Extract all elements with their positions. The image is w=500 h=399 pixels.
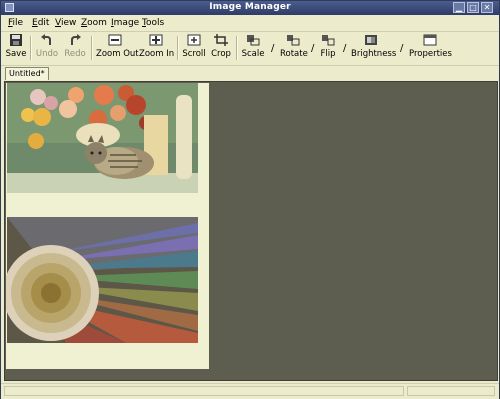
close-icon[interactable]: ✕	[481, 2, 493, 13]
status-bar	[1, 383, 499, 399]
scale-label: Scale	[241, 49, 265, 59]
toolbar-slash: /	[343, 43, 347, 54]
toolbar-separator	[236, 36, 238, 60]
flowers-cat-photo	[7, 83, 198, 193]
status-cell-secondary	[407, 386, 495, 396]
undo-button[interactable]: Undo	[35, 34, 59, 62]
image-manager-window: Image Manager ▁ □ ✕ File Edit View Zoom …	[0, 0, 500, 399]
window-title: Image Manager	[209, 2, 291, 12]
menu-tools[interactable]: Tools	[142, 18, 164, 28]
flip-label: Flip	[320, 49, 336, 59]
menu-file[interactable]: File	[8, 18, 23, 28]
crop-icon	[214, 34, 228, 46]
menu-image[interactable]: Image	[111, 18, 139, 28]
scale-icon	[247, 35, 260, 46]
menu-zoom[interactable]: Zoom	[81, 18, 107, 28]
image-canvas[interactable]	[3, 81, 498, 381]
scroll-button[interactable]: Scroll	[181, 34, 207, 62]
menu-edit-label: dit	[37, 18, 50, 28]
zoom-out-label: Zoom Out	[96, 49, 139, 59]
toolbar-separator	[30, 36, 32, 60]
tab-untitled[interactable]: Untitled*	[5, 67, 49, 80]
undo-label: Undo	[35, 49, 59, 59]
minimize-icon[interactable]: ▁	[453, 2, 465, 13]
maximize-icon[interactable]: □	[467, 2, 479, 13]
scale-button[interactable]: Scale	[240, 34, 266, 62]
menu-view[interactable]: View	[55, 18, 76, 28]
save-icon	[10, 34, 22, 46]
menu-image-label: mage	[113, 18, 140, 28]
redo-button[interactable]: Redo	[63, 34, 87, 62]
toolbar-slash: /	[271, 43, 275, 54]
scroll-label: Scroll	[182, 49, 206, 59]
brightness-label: Brightness	[351, 49, 397, 59]
redo-icon	[71, 34, 81, 45]
flip-button[interactable]: Flip	[318, 34, 338, 62]
rotate-icon	[287, 35, 300, 46]
menu-tools-label: ools	[145, 18, 165, 28]
brightness-icon	[365, 35, 377, 45]
toolbar: Save Undo Redo Zoom Out Zoom In Scroll C…	[1, 32, 499, 66]
status-cell-main	[4, 386, 404, 396]
zoom-in-icon	[149, 34, 163, 46]
document-tabs: Untitled*	[1, 66, 499, 80]
image-document	[3, 83, 209, 369]
menu-view-label: iew	[60, 18, 77, 28]
crop-button[interactable]: Crop	[209, 34, 233, 62]
save-button[interactable]: Save	[5, 34, 27, 62]
zoom-out-button[interactable]: Zoom Out	[96, 34, 139, 62]
toolbar-separator	[91, 36, 93, 60]
image-gap	[7, 193, 198, 217]
redo-label: Redo	[64, 49, 86, 59]
toolbar-separator	[177, 36, 179, 60]
menu-bar: File Edit View Zoom Image Tools	[1, 16, 499, 32]
undo-icon	[41, 34, 51, 45]
properties-button[interactable]: Properties	[409, 34, 452, 62]
scroll-icon	[187, 34, 201, 46]
flip-icon	[322, 35, 335, 46]
zoom-in-label: Zoom In	[139, 49, 175, 59]
properties-icon	[423, 34, 437, 46]
menu-edit[interactable]: Edit	[32, 18, 49, 28]
save-label: Save	[5, 49, 27, 59]
title-bar[interactable]: Image Manager ▁ □ ✕	[1, 1, 499, 15]
zoom-in-button[interactable]: Zoom In	[139, 34, 175, 62]
rotate-label: Rotate	[280, 49, 308, 59]
menu-zoom-label: oom	[87, 18, 107, 28]
image-content	[3, 83, 198, 343]
crop-label: Crop	[211, 49, 231, 59]
sunflower-photo	[3, 217, 198, 343]
rotate-button[interactable]: Rotate	[280, 34, 308, 62]
properties-label: Properties	[409, 49, 452, 59]
toolbar-slash: /	[311, 43, 315, 54]
menu-file-label: ile	[12, 18, 24, 28]
toolbar-slash: /	[400, 43, 404, 54]
zoom-out-icon	[108, 34, 122, 46]
brightness-button[interactable]: Brightness	[351, 34, 397, 62]
